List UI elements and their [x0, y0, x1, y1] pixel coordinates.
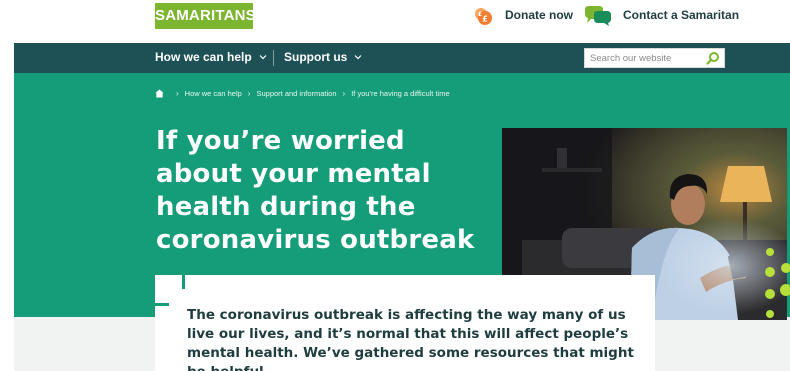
- donate-now-link[interactable]: Donate now: [505, 8, 573, 22]
- nav-support-us[interactable]: Support us: [284, 50, 363, 64]
- home-icon[interactable]: [155, 89, 164, 98]
- breadcrumb-current-page[interactable]: If you're having a difficult time: [351, 89, 449, 98]
- decorative-dots: [765, 248, 790, 318]
- svg-text:£: £: [482, 15, 488, 24]
- nav-how-we-can-help[interactable]: How we can help: [155, 50, 268, 64]
- breadcrumb: › How we can help › Support and informat…: [155, 89, 450, 98]
- main-navigation: How we can help Support us: [14, 43, 790, 73]
- contact-a-samaritan-link[interactable]: Contact a Samaritan: [623, 8, 739, 22]
- search-box: [584, 48, 725, 68]
- search-icon[interactable]: [705, 51, 721, 65]
- breadcrumb-separator-icon: ›: [247, 89, 251, 98]
- nav-item-label: Support us: [284, 50, 348, 64]
- breadcrumb-support-and-information[interactable]: Support and information: [256, 89, 336, 98]
- svg-text:£: £: [478, 11, 482, 18]
- accent-line: [155, 303, 169, 306]
- chat-bubbles-icon[interactable]: [583, 5, 613, 27]
- page-title: If you’re worried about your mental heal…: [156, 126, 475, 255]
- accent-line: [182, 275, 185, 289]
- breadcrumb-separator-icon: ›: [342, 89, 346, 98]
- intro-text: The coronavirus outbreak is affecting th…: [187, 307, 634, 371]
- nav-item-label: How we can help: [155, 50, 252, 64]
- breadcrumb-how-we-can-help[interactable]: How we can help: [185, 89, 242, 98]
- samaritans-logo[interactable]: SAMARITANS: [155, 3, 256, 29]
- nav-divider: [273, 50, 274, 66]
- breadcrumb-separator-icon: ›: [176, 89, 179, 98]
- chevron-down-icon: [354, 55, 362, 60]
- donate-coin-icon[interactable]: £ £: [472, 5, 494, 27]
- search-input[interactable]: [585, 49, 703, 67]
- top-bar: SAMARITANS £ £ Donate now Contact a Sama…: [0, 0, 790, 43]
- chevron-down-icon: [259, 55, 267, 60]
